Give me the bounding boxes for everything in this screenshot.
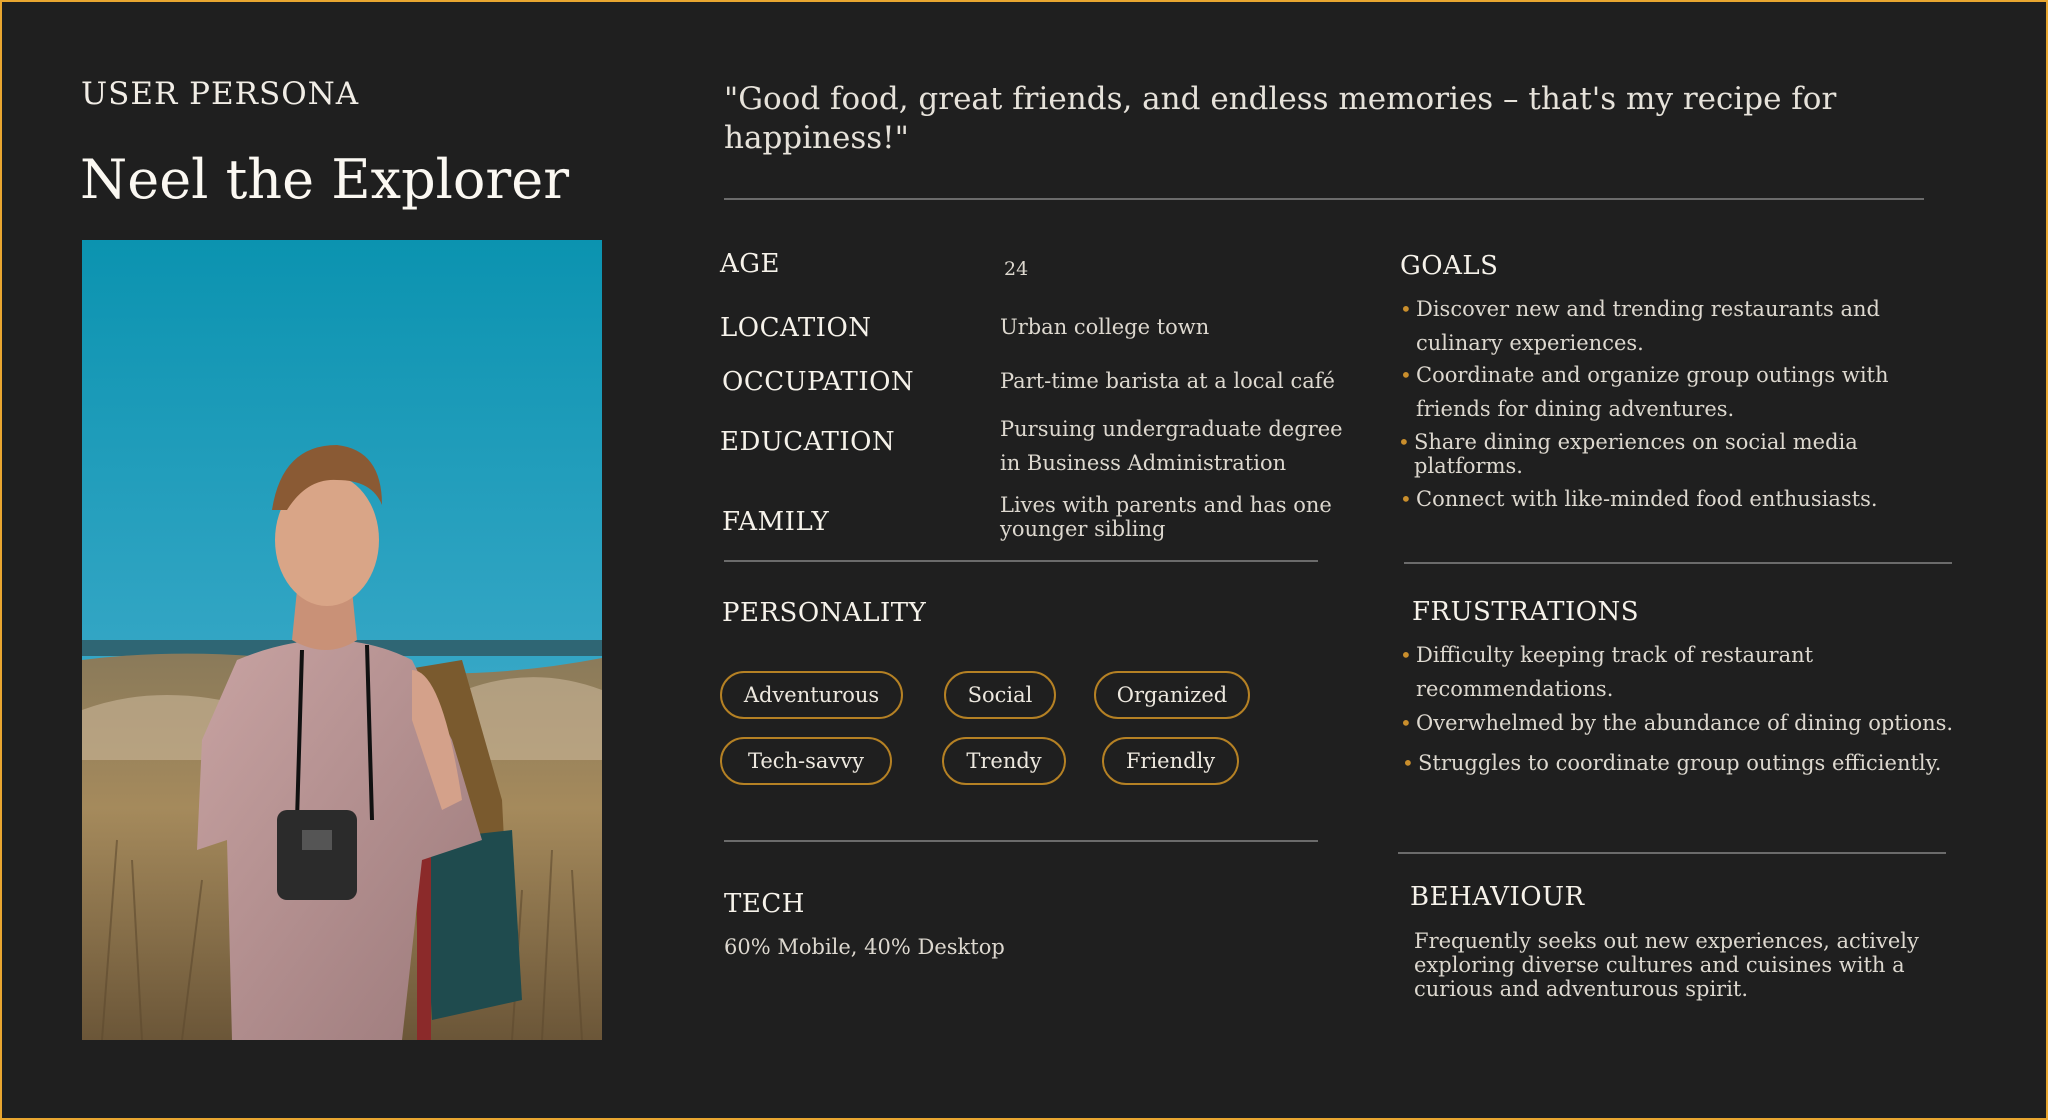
bullet-dot-icon: • <box>1400 487 1412 511</box>
location-value: Urban college town <box>1000 315 1210 339</box>
location-label: LOCATION <box>720 313 872 343</box>
trait-adventurous: Adventurous <box>720 671 903 719</box>
trait-friendly: Friendly <box>1102 737 1239 785</box>
occupation-value: Part-time barista at a local café <box>1000 369 1335 393</box>
trait-trendy: Trendy <box>942 737 1066 785</box>
divider-frustrations <box>1398 852 1946 854</box>
persona-name: Neel the Explorer <box>80 148 570 211</box>
age-label: AGE <box>720 249 781 279</box>
trait-organized: Organized <box>1094 671 1250 719</box>
bullet-dot-icon: • <box>1400 643 1412 667</box>
frustration-item: • Struggles to coordinate group outings e… <box>1402 746 1978 780</box>
divider-quote <box>724 198 1924 200</box>
bullet-dot-icon: • <box>1402 751 1414 775</box>
bullet-dot-icon: • <box>1400 297 1412 321</box>
goal-item: • Share dining experiences on social medi… <box>1398 430 1858 478</box>
goal-item: • Coordinate and organize group outings w… <box>1400 358 1916 426</box>
goal-item: • Connect with like-minded food enthusias… <box>1400 482 1916 516</box>
occupation-label: OCCUPATION <box>722 367 915 397</box>
behaviour-title: BEHAVIOUR <box>1410 882 1585 912</box>
goals-title: GOALS <box>1400 251 1499 281</box>
tech-value: 60% Mobile, 40% Desktop <box>724 935 1005 959</box>
persona-eyebrow: USER PERSONA <box>81 76 360 112</box>
family-label: FAMILY <box>722 507 830 537</box>
divider-profile <box>724 560 1318 562</box>
age-value: 24 <box>1004 258 1029 280</box>
behaviour-text: Frequently seeks out new experiences, ac… <box>1414 929 1919 1001</box>
frustrations-title: FRUSTRATIONS <box>1412 597 1640 627</box>
goals-list: • Discover new and trending restaurants a… <box>1398 292 1916 516</box>
family-value: Lives with parents and has one younger s… <box>1000 493 1332 541</box>
frustration-item: • Difficulty keeping track of restaurant … <box>1400 638 1856 706</box>
persona-quote: "Good food, great friends, and endless m… <box>724 81 1837 156</box>
trait-tech-savvy: Tech-savvy <box>720 737 892 785</box>
education-value: Pursuing undergraduate degree in Busines… <box>1000 417 1343 475</box>
bullet-dot-icon: • <box>1400 711 1412 735</box>
divider-goals <box>1404 562 1952 564</box>
divider-personality <box>724 840 1318 842</box>
personality-title: PERSONALITY <box>722 598 927 628</box>
education-label: EDUCATION <box>720 427 896 457</box>
bullet-dot-icon: • <box>1398 430 1410 454</box>
goal-item: • Discover new and trending restaurants a… <box>1400 292 1916 360</box>
frustrations-list: • Difficulty keeping track of restaurant … <box>1400 638 1978 780</box>
frustration-item: • Overwhelmed by the abundance of dining … <box>1400 706 1976 740</box>
trait-social: Social <box>944 671 1056 719</box>
bullet-dot-icon: • <box>1400 363 1412 387</box>
tech-title: TECH <box>724 889 805 919</box>
persona-photo <box>82 240 602 1040</box>
